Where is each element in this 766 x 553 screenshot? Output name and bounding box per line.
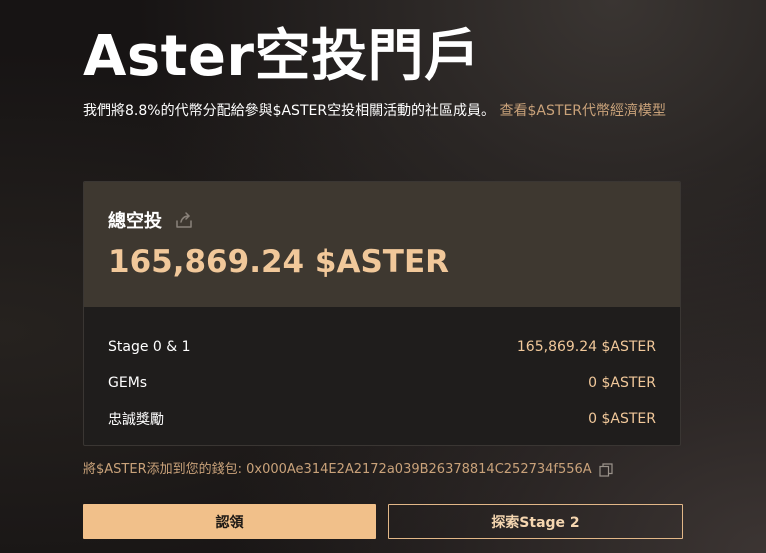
total-airdrop-label: 總空投 — [108, 211, 162, 232]
breakdown-value: 0 $ASTER — [588, 411, 656, 427]
breakdown-label: Stage 0 & 1 — [108, 339, 191, 355]
airdrop-breakdown: Stage 0 & 1 165,869.24 $ASTER GEMs 0 $AS… — [84, 307, 680, 437]
claim-button[interactable]: 認領 — [83, 504, 376, 539]
page-title: Aster空投門戶 — [83, 24, 481, 89]
breakdown-row: GEMs 0 $ASTER — [108, 365, 656, 401]
wallet-address-text: 將$ASTER添加到您的錢包: 0x000Ae314E2A2172a039B26… — [83, 462, 592, 477]
breakdown-value: 0 $ASTER — [588, 375, 656, 391]
share-icon[interactable] — [174, 210, 194, 230]
tokenomics-link[interactable]: 查看$ASTER代幣經濟模型 — [500, 103, 667, 119]
wallet-address-row: 將$ASTER添加到您的錢包: 0x000Ae314E2A2172a039B26… — [83, 461, 614, 479]
breakdown-value: 165,869.24 $ASTER — [516, 339, 656, 355]
airdrop-card: 總空投 165,869.24 $ASTER Stage 0 & 1 165,86… — [83, 181, 681, 446]
total-airdrop-label-row: 總空投 — [108, 207, 194, 233]
page-description: 我們將8.8%的代幣分配給參與$ASTER空投相關活動的社區成員。 查看$AST… — [83, 101, 683, 121]
breakdown-label: 忠誠獎勵 — [108, 412, 164, 428]
breakdown-row: Stage 0 & 1 165,869.24 $ASTER — [108, 329, 656, 365]
total-airdrop-amount: 165,869.24 $ASTER — [108, 244, 449, 280]
airdrop-summary: 總空投 165,869.24 $ASTER — [84, 182, 680, 307]
breakdown-label: GEMs — [108, 375, 148, 391]
breakdown-row: 忠誠獎勵 0 $ASTER — [108, 401, 656, 437]
description-text: 我們將8.8%的代幣分配給參與$ASTER空投相關活動的社區成員。 — [83, 103, 496, 119]
explore-stage2-button[interactable]: 探索Stage 2 — [388, 504, 683, 539]
copy-icon[interactable] — [598, 462, 614, 478]
